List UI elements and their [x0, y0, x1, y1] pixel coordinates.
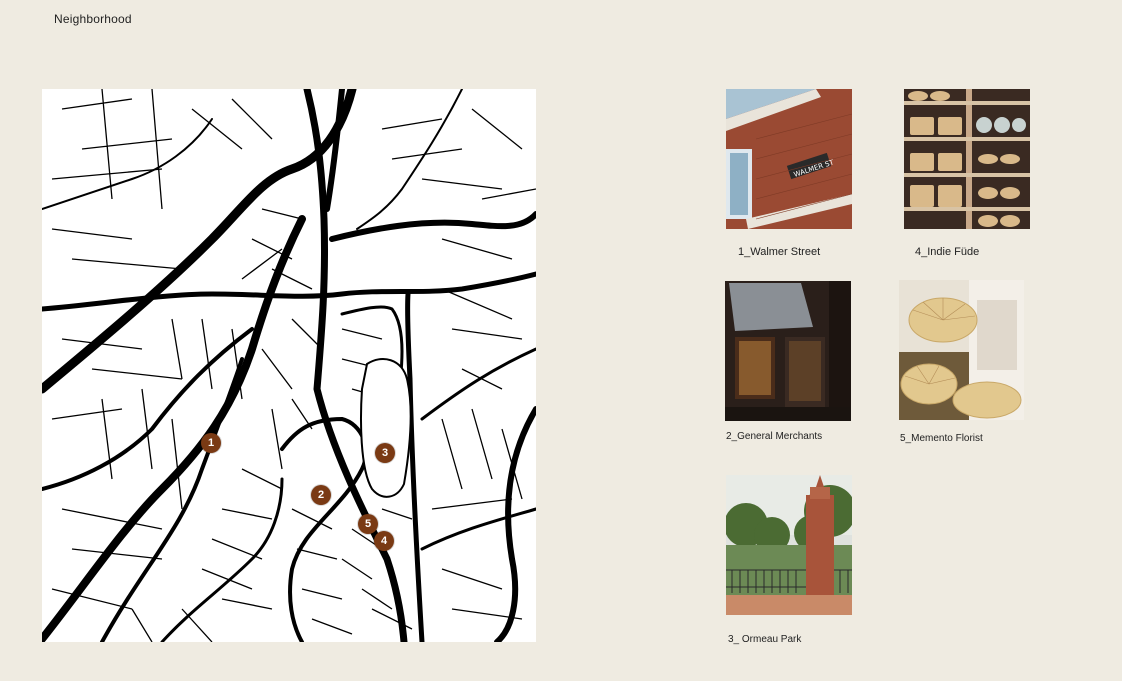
- caption-ormeau-park: 3_ Ormeau Park: [728, 634, 802, 645]
- shelves-with-cheeses-photo[interactable]: [904, 89, 1030, 229]
- neighborhood-map[interactable]: 1 2 3 5 4: [42, 89, 536, 642]
- map-pin-2[interactable]: 2: [311, 485, 331, 505]
- map-pin-5[interactable]: 5: [358, 514, 378, 534]
- brick-building-street-sign-photo[interactable]: WALMER ST: [726, 89, 852, 229]
- caption-general-merchants: 2_General Merchants: [726, 431, 823, 442]
- caption-walmer-street: 1_Walmer Street: [738, 246, 821, 258]
- map-roads: [42, 89, 536, 642]
- page-title: Neighborhood: [54, 12, 132, 26]
- park-gate-pillar-photo[interactable]: [726, 475, 852, 615]
- caption-memento-florist: 5_Memento Florist: [900, 433, 983, 444]
- caption-indie-fude: 4_Indie Füde: [915, 246, 980, 258]
- map-pin-4[interactable]: 4: [374, 531, 394, 551]
- dried-flowers-photo[interactable]: [899, 280, 1024, 420]
- shop-storefront-photo[interactable]: [725, 281, 851, 421]
- map-pin-3[interactable]: 3: [375, 443, 395, 463]
- map-pin-1[interactable]: 1: [201, 433, 221, 453]
